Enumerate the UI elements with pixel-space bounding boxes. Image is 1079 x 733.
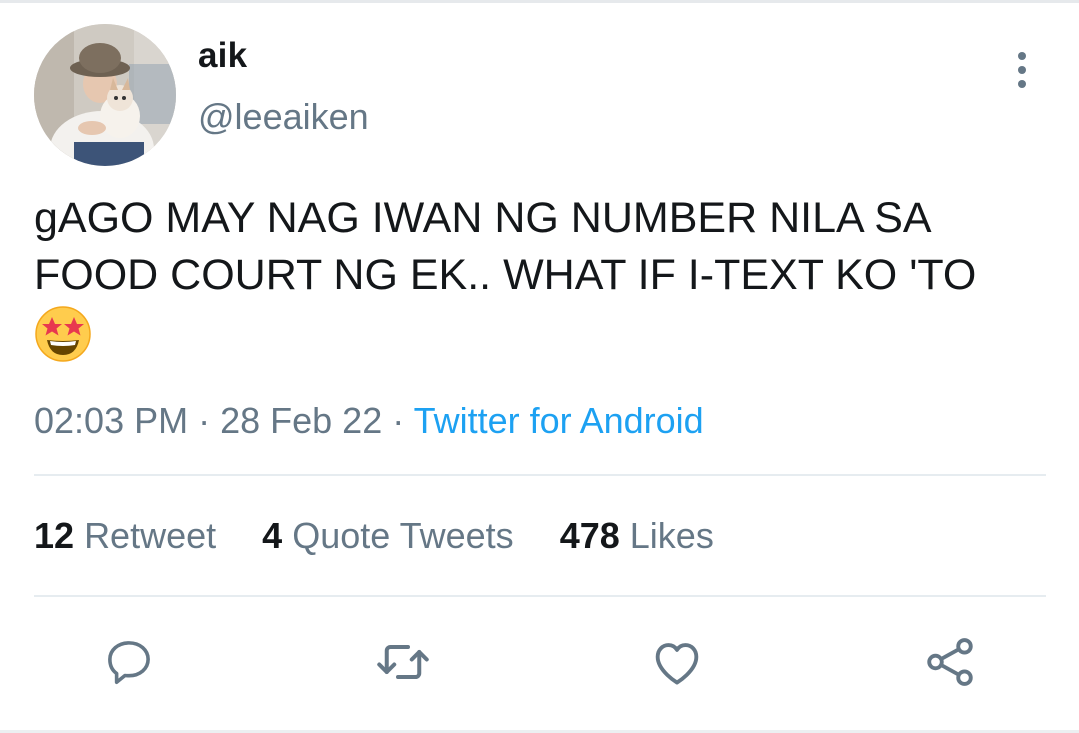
likes-stat[interactable]: 478 Likes (560, 515, 714, 556)
like-icon (655, 643, 699, 685)
tweet-date: 28 Feb 22 (220, 400, 383, 441)
reply-button[interactable] (99, 632, 159, 692)
meta-separator: · (382, 400, 414, 441)
retweet-button[interactable] (373, 632, 433, 692)
tweet-stats: 12 Retweet 4 Quote Tweets 478 Likes (34, 515, 750, 557)
quote-label: Quote Tweets (292, 515, 514, 556)
display-name[interactable]: aik (198, 36, 247, 76)
meta-separator: · (188, 400, 221, 441)
tweet-meta: 02:03 PM · 28 Feb 22 · Twitter for Andro… (34, 400, 704, 442)
tweet-time: 02:03 PM (34, 400, 189, 441)
share-icon (927, 638, 973, 686)
retweet-count: 12 (34, 515, 75, 556)
more-dot-icon (1018, 80, 1026, 88)
avatar-photo (34, 24, 176, 166)
star-struck-emoji (35, 306, 91, 362)
tweet-text: gAGO MAY NAG IWAN NG NUMBER NILA SA FOOD… (34, 194, 977, 299)
avatar[interactable] (34, 24, 176, 166)
retweet-label: Retweet (84, 515, 217, 556)
divider (34, 595, 1046, 597)
user-handle[interactable]: @leeaiken (198, 96, 369, 138)
reply-icon (108, 641, 150, 685)
likes-count: 478 (559, 515, 620, 556)
divider (34, 474, 1046, 476)
more-options-button[interactable] (1004, 50, 1040, 90)
quote-count: 4 (262, 515, 283, 556)
tweet-source-link[interactable]: Twitter for Android (414, 400, 704, 441)
top-edge (0, 0, 1079, 3)
quote-tweets-stat[interactable]: 4 Quote Tweets (262, 515, 514, 556)
more-dot-icon (1018, 66, 1026, 74)
retweet-stat[interactable]: 12 Retweet (34, 515, 216, 556)
retweet-icon (377, 645, 429, 679)
more-dot-icon (1018, 52, 1026, 60)
like-button[interactable] (647, 632, 707, 692)
share-button[interactable] (920, 632, 980, 692)
likes-label: Likes (629, 515, 714, 556)
